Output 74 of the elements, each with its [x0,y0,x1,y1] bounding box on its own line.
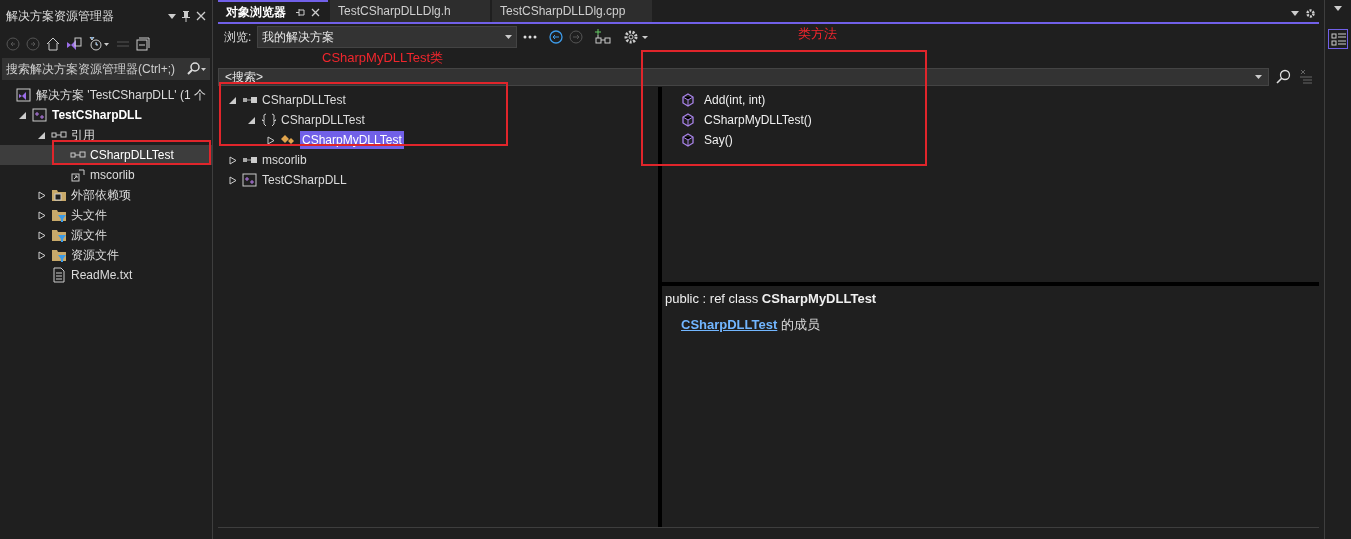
tree-item[interactable]: 解决方案 'TestCSharpDLL' (1 个 [36,86,206,104]
folder-icon [51,207,67,223]
tree-item[interactable]: mscorlib [90,166,135,184]
tree-item[interactable]: CSharpDLLTest [281,111,365,129]
collapsed-icon[interactable] [38,230,46,240]
pin-icon[interactable] [296,7,305,17]
settings-icon[interactable] [1305,8,1316,19]
search-icon [186,62,206,76]
member-item[interactable]: CSharpMyDLLTest() [704,111,812,129]
braces-icon [261,112,277,128]
browse-label: 浏览: [224,29,252,46]
tree-item[interactable]: 源文件 [71,226,107,244]
close-icon[interactable] [311,7,320,17]
expanded-icon[interactable] [19,110,27,120]
caret-icon [505,35,513,39]
folder-icon [51,227,67,243]
member-item[interactable]: Say() [704,131,733,149]
tree-item[interactable]: 资源文件 [71,246,119,264]
search-icon[interactable] [1275,69,1291,85]
tree-item[interactable]: 头文件 [71,206,107,224]
settings-icon[interactable] [623,29,650,45]
pin-icon[interactable] [182,10,190,22]
namespace-link[interactable]: CSharpDLLTest [681,316,778,332]
panel-title: 解决方案资源管理器 [6,8,115,25]
search-field[interactable]: <搜索> [218,68,1269,86]
tree-item[interactable]: CSharpDLLTest [262,91,346,109]
tree-item[interactable]: TestCSharpDLL [52,106,142,124]
tree-item[interactable]: 引用 [71,126,95,144]
tree-item[interactable]: TestCSharpDLL [262,171,347,189]
cube-icon [680,132,696,148]
expanded-icon[interactable] [248,115,256,125]
history-icon[interactable] [88,37,110,51]
tree-item[interactable]: ReadMe.txt [71,266,133,284]
collapsed-icon[interactable] [38,250,46,260]
collapsed-icon[interactable] [38,210,46,220]
collapsed-icon[interactable] [229,155,237,165]
expanded-icon[interactable] [229,95,237,105]
tree-item[interactable]: 外部依赖项 [71,186,131,204]
member-of-text: 的成员 [779,316,820,332]
dropdown-icon[interactable] [1334,6,1342,11]
annotation-text: CSharpMyDLLTest类 [322,50,444,65]
caret-icon [1255,75,1262,79]
class-signature: public : ref class CSharpMyDLLTest [665,290,878,308]
document-icon [51,267,67,283]
solution-view-icon[interactable] [66,37,82,51]
expanded-icon[interactable] [38,130,46,140]
collapsed-icon[interactable] [38,190,46,200]
dropdown-icon[interactable] [168,13,176,19]
tree-item[interactable]: mscorlib [262,151,307,169]
home-icon[interactable] [46,37,60,51]
close-icon[interactable] [196,11,206,21]
dropdown-icon[interactable] [1291,11,1299,16]
project-icon [32,107,48,123]
collapse-icon[interactable] [136,37,150,51]
reference-icon [70,167,86,183]
member-item[interactable]: Add(int, int) [704,91,766,109]
cube-icon [680,112,696,128]
solution-icon [16,87,32,103]
add-reference-icon[interactable] [595,29,612,45]
back-icon[interactable] [549,30,564,44]
tab[interactable]: TestCSharpDLLDlg.h [330,0,490,22]
folder-icon [51,247,67,263]
project-icon [242,172,258,188]
browse-dropdown[interactable]: 我的解决方案 [257,26,518,48]
search-field[interactable]: 搜索解决方案资源管理器(Ctrl+;) [2,58,210,80]
more-icon[interactable] [523,35,538,39]
clear-search-icon[interactable] [1297,70,1313,84]
collapsed-icon[interactable] [267,135,275,145]
cube-icon [680,92,696,108]
annotation-text: 类方法 [798,26,837,41]
collapsed-icon[interactable] [229,175,237,185]
tab[interactable]: TestCSharpDLLDlg.cpp [492,0,652,22]
folder-icon [51,187,67,203]
class-view-icon[interactable] [1328,29,1348,49]
